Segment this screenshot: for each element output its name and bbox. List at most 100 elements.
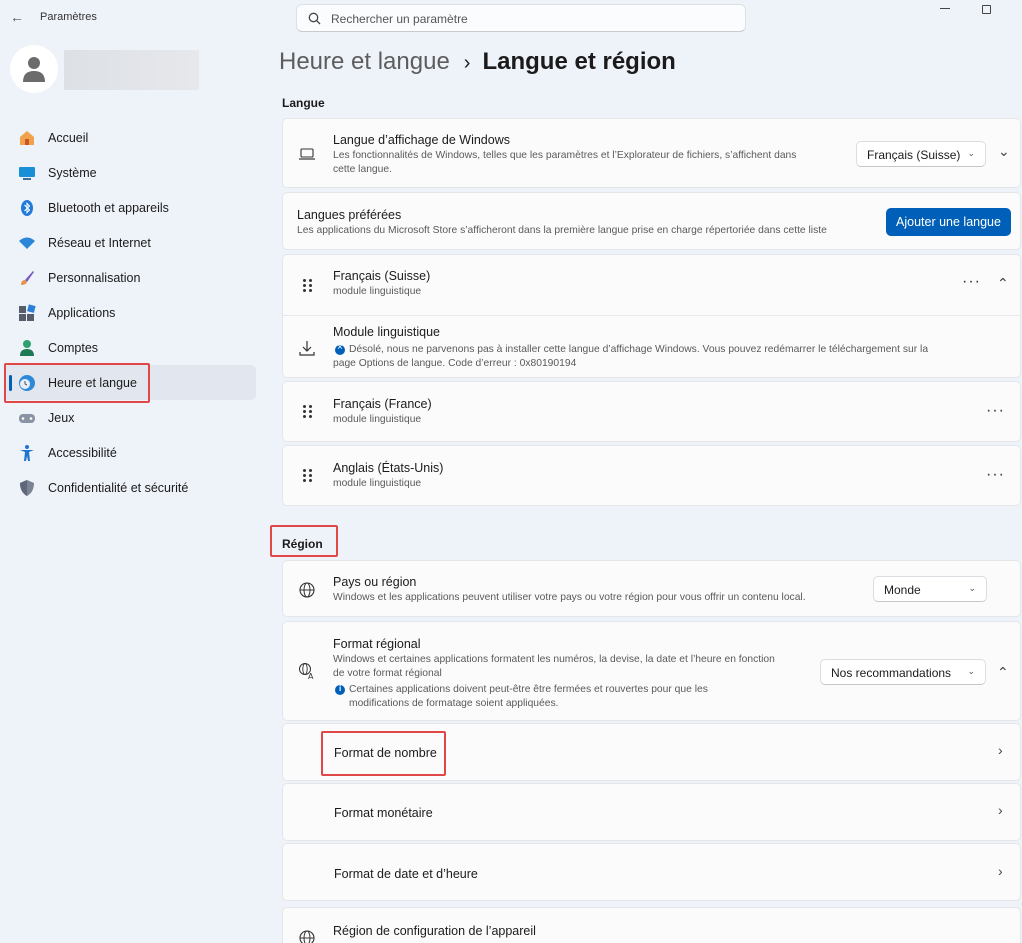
back-arrow-icon[interactable]: ←	[10, 9, 26, 25]
language-item-fr-ch: Français (Suisse) module linguistique ··…	[282, 254, 1021, 378]
sidebar-item-label: Accessibilité	[48, 446, 117, 460]
sidebar-item-systeme[interactable]: Système	[4, 155, 256, 190]
regional-format-title: Format régional	[333, 637, 421, 651]
breadcrumb: Heure et langue › Langue et région	[279, 48, 676, 76]
module-error-2: page Options de langue. Code d’erreur : …	[333, 358, 577, 369]
module-error-1: Désolé, nous ne parvenons pas à installe…	[349, 344, 929, 355]
language-name: Français (France)	[333, 397, 432, 411]
language-sub: module linguistique	[333, 478, 422, 489]
regional-format-card: A Format régional Windows et certaines a…	[282, 621, 1021, 721]
bluetooth-icon	[21, 200, 33, 216]
sidebar-item-confidentialite[interactable]: Confidentialité et sécurité	[4, 470, 256, 505]
preferred-languages-desc: Les applications du Microsoft Store s’af…	[297, 225, 827, 236]
accessibility-icon	[20, 445, 34, 461]
display-language-select[interactable]: Français (Suisse) ⌄	[856, 141, 986, 167]
more-options-icon[interactable]: ···	[986, 402, 1005, 420]
sidebar-item-applications[interactable]: Applications	[4, 295, 256, 330]
currency-format-row[interactable]: Format monétaire ›	[282, 783, 1021, 841]
expand-chevron-down-icon[interactable]: ⌄	[998, 143, 1010, 160]
drag-handle-icon[interactable]	[303, 469, 313, 483]
language-item-en-us: Anglais (États-Unis) module linguistique…	[282, 445, 1021, 506]
section-label-langue: Langue	[282, 96, 325, 110]
sidebar-item-personnalisation[interactable]: Personnalisation	[4, 260, 256, 295]
sidebar-item-label: Comptes	[48, 341, 99, 355]
regional-format-note-1: Certaines applications doivent peut-être…	[349, 684, 708, 695]
drag-handle-icon[interactable]	[303, 279, 313, 293]
app-title: Paramètres	[40, 11, 97, 23]
country-select[interactable]: Monde ⌄	[873, 576, 987, 602]
language-name: Anglais (États-Unis)	[333, 461, 444, 475]
country-value: Monde	[884, 583, 921, 597]
info-icon	[335, 684, 345, 695]
download-icon	[299, 341, 315, 356]
chevron-right-icon: ›	[998, 742, 1003, 758]
display-language-value: Français (Suisse)	[867, 148, 961, 162]
sidebar-item-reseau[interactable]: Réseau et Internet	[4, 225, 256, 260]
number-format-row[interactable]: Format de nombre ›	[282, 723, 1021, 781]
more-options-icon[interactable]: ···	[962, 273, 981, 291]
globe-icon	[299, 582, 315, 598]
device-region-title: Région de configuration de l’appareil	[333, 924, 536, 938]
sidebar-item-label: Accueil	[48, 131, 89, 145]
language-item-fr-fr: Français (France) module linguistique ··…	[282, 381, 1021, 442]
sidebar-item-label: Système	[48, 166, 97, 180]
sidebar-item-accueil[interactable]: Accueil	[4, 120, 256, 155]
sidebar-item-accessibilite[interactable]: Accessibilité	[4, 435, 256, 470]
minimize-icon[interactable]	[940, 8, 950, 9]
language-sub: module linguistique	[333, 414, 422, 425]
search-icon	[308, 12, 321, 25]
apps-icon	[19, 304, 36, 321]
country-title: Pays ou région	[333, 575, 417, 589]
sidebar-item-label: Personnalisation	[48, 271, 141, 285]
country-region-card: Pays ou région Windows et les applicatio…	[282, 560, 1021, 617]
more-options-icon[interactable]: ···	[986, 466, 1005, 484]
regional-format-desc-2: de votre format régional	[333, 668, 442, 679]
preferred-languages-title: Langues préférées	[297, 208, 402, 222]
chevron-right-icon: ›	[998, 863, 1003, 879]
sidebar-item-jeux[interactable]: Jeux	[4, 400, 256, 435]
sidebar-item-label: Bluetooth et appareils	[48, 201, 169, 215]
search-placeholder: Rechercher un paramètre	[331, 12, 468, 26]
language-sub: module linguistique	[333, 286, 422, 297]
sidebar-item-label: Jeux	[48, 411, 75, 425]
user-icon	[23, 57, 45, 82]
wifi-icon	[19, 237, 35, 249]
date-time-format-row[interactable]: Format de date et d’heure ›	[282, 843, 1021, 901]
sidebar-item-heure-et-langue[interactable]: Heure et langue	[4, 365, 256, 400]
display-language-desc-2: cette langue.	[333, 164, 392, 175]
breadcrumb-parent[interactable]: Heure et langue	[279, 48, 450, 75]
sidebar-item-label: Réseau et Internet	[48, 236, 151, 250]
module-title: Module linguistique	[333, 325, 441, 339]
date-time-format-label: Format de date et d’heure	[334, 867, 478, 881]
display-language-card: Langue d’affichage de Windows Les foncti…	[282, 118, 1021, 188]
collapse-chevron-up-icon[interactable]: ⌃	[997, 275, 1009, 292]
sidebar-nav: Accueil Système Bluetooth et appareils R…	[4, 120, 256, 505]
home-icon	[20, 131, 34, 145]
sidebar-item-label: Heure et langue	[48, 376, 137, 390]
number-format-label: Format de nombre	[334, 746, 437, 760]
account-icon	[20, 340, 34, 356]
svg-text:A: A	[308, 672, 314, 680]
sidebar-item-bluetooth[interactable]: Bluetooth et appareils	[4, 190, 256, 225]
title-bar: ← Paramètres Rechercher un paramètre	[0, 0, 1022, 36]
maximize-icon[interactable]	[982, 5, 991, 14]
monitor-icon	[19, 167, 35, 180]
sidebar-item-comptes[interactable]: Comptes	[4, 330, 256, 365]
language-name: Français (Suisse)	[333, 269, 431, 283]
chevron-down-icon: ⌄	[968, 583, 976, 593]
add-language-button[interactable]: Ajouter une langue	[886, 208, 1011, 236]
avatar[interactable]	[10, 45, 58, 93]
country-desc: Windows et les applications peuvent util…	[333, 592, 806, 603]
regional-format-select[interactable]: Nos recommandations ⌄	[820, 659, 986, 685]
collapse-chevron-up-icon[interactable]: ⌃	[997, 664, 1009, 681]
regional-format-note-2: modifications de formatage soient appliq…	[349, 698, 559, 709]
chevron-down-icon: ⌄	[967, 148, 975, 158]
profile-name-blurred	[64, 50, 199, 90]
device-region-card[interactable]: Région de configuration de l’appareil	[282, 907, 1021, 943]
divider	[283, 315, 1020, 316]
search-input[interactable]: Rechercher un paramètre	[296, 4, 746, 32]
brush-icon	[21, 271, 34, 285]
chevron-right-icon: ›	[998, 802, 1003, 818]
drag-handle-icon[interactable]	[303, 405, 313, 419]
display-language-desc-1: Les fonctionnalités de Windows, telles q…	[333, 150, 797, 161]
